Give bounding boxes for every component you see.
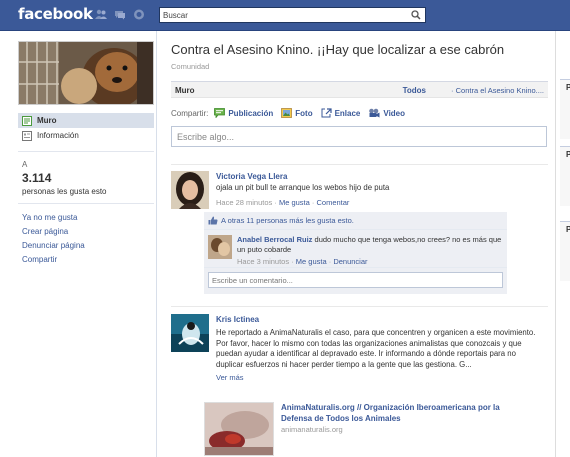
filter-all-link[interactable]: Todos (403, 86, 426, 95)
info-icon (22, 130, 32, 141)
post-author[interactable]: Kris Ictinea (216, 314, 536, 325)
post-time[interactable]: Hace 28 minutos (216, 198, 272, 207)
page-actions: Ya no me gusta Crear página Denunciar pá… (22, 211, 85, 267)
status-icon (214, 108, 226, 118)
comment-composer (204, 268, 507, 294)
right-box: P (560, 221, 570, 281)
attachment-thumbnail[interactable] (204, 402, 274, 456)
wall-icon (22, 115, 32, 126)
comment-text: Anabel Berrocal Ruiz dudo mucho que teng… (237, 235, 505, 255)
right-box: P (560, 79, 570, 139)
status-composer[interactable] (171, 126, 547, 147)
divider (18, 203, 154, 204)
create-page-link[interactable]: Crear página (22, 225, 85, 239)
comment-meta: Hace 3 minutos · Me gusta · Denunciar (237, 257, 368, 266)
share-link-button[interactable]: Enlace (321, 108, 360, 118)
share-video-button[interactable]: Video (368, 108, 405, 118)
main-column: Contra el Asesino Knino. ¡¡Hay que local… (157, 31, 555, 457)
post-text: ojala un pit bull te arranque los webos … (216, 183, 390, 192)
post-body: Kris Ictinea He reportado a AnimaNatural… (216, 314, 536, 382)
divider (171, 164, 548, 165)
right-column: P P P (555, 31, 570, 457)
right-box: P (560, 146, 570, 206)
wall-label: Muro (175, 86, 195, 95)
link-attachment: AnimaNaturalis.org // Organización Ibero… (204, 402, 524, 456)
share-label: Compartir: (171, 108, 209, 118)
status-input[interactable] (172, 127, 546, 146)
top-bar: facebook (0, 0, 570, 31)
nav-item-informacion[interactable]: Información (18, 128, 154, 143)
page-title: Contra el Asesino Knino. ¡¡Hay que local… (171, 42, 505, 57)
nav-item-muro[interactable]: Muro (18, 113, 154, 128)
video-icon (369, 108, 380, 118)
likes-prefix: A (22, 160, 28, 169)
feedback-box: A otras 11 personas más les gusta esto. … (204, 212, 507, 294)
thumbs-up-icon (208, 216, 218, 225)
likes-summary-text[interactable]: A otras 11 personas más les gusta esto. (221, 216, 354, 225)
comment-link[interactable]: Comentar (316, 198, 349, 207)
link-icon (321, 108, 332, 118)
comment-author[interactable]: Anabel Berrocal Ruiz (237, 235, 312, 244)
share-link[interactable]: Compartir (22, 253, 85, 267)
likes-count[interactable]: 3.114 (22, 171, 51, 185)
comment-input[interactable] (208, 272, 503, 288)
left-column: Muro Información A 3.114 personas les gu… (0, 31, 157, 457)
divider (171, 306, 548, 307)
comment-time[interactable]: Hace 3 minutos (237, 257, 289, 266)
avatar[interactable] (171, 314, 209, 352)
comment-avatar[interactable] (208, 235, 232, 259)
page-profile-picture[interactable] (18, 41, 154, 105)
attachment-title[interactable]: AnimaNaturalis.org // Organización Ibero… (281, 403, 524, 424)
likes-summary: A otras 11 personas más les gusta esto. (204, 212, 507, 230)
comment-report-link[interactable]: Denunciar (333, 257, 367, 266)
page-category[interactable]: Comunidad (171, 62, 209, 71)
facebook-logo[interactable]: facebook (18, 5, 93, 23)
avatar[interactable] (171, 171, 209, 209)
comment-like-link[interactable]: Me gusta (296, 257, 327, 266)
likes-description: personas les gusta esto (22, 187, 107, 196)
like-link[interactable]: Me gusta (279, 198, 310, 207)
report-page-link[interactable]: Denunciar página (22, 239, 85, 253)
nav-item-label: Muro (37, 116, 57, 125)
nav-item-label: Información (37, 131, 79, 140)
post-body: Victoria Vega Llera ojala un pit bull te… (216, 171, 536, 207)
wall-header: Muro Todos · Contra el Asesino Knino.... (171, 81, 548, 98)
photo-icon (281, 108, 293, 118)
comment: Anabel Berrocal Ruiz dudo mucho que teng… (204, 230, 507, 268)
search-icon[interactable] (411, 10, 421, 20)
divider (18, 151, 154, 152)
filter-page-link[interactable]: · Contra el Asesino Knino.... (451, 86, 544, 95)
attachment-domain: animanaturalis.org (281, 425, 343, 434)
unlike-link[interactable]: Ya no me gusta (22, 211, 85, 225)
post-text: He reportado a AnimaNaturalis el caso, p… (216, 328, 536, 369)
share-bar: Compartir: Publicación Foto Enlace Video (171, 108, 413, 118)
share-status-button[interactable]: Publicación (214, 108, 273, 118)
friend-requests-icon[interactable] (95, 9, 107, 20)
messages-icon[interactable] (114, 9, 126, 20)
post-meta: Hace 28 minutos · Me gusta · Comentar (216, 197, 350, 207)
see-more-link[interactable]: Ver más (216, 373, 536, 382)
search-box[interactable] (159, 7, 426, 23)
notifications-icon[interactable] (133, 9, 145, 20)
post-author[interactable]: Victoria Vega Llera (216, 171, 536, 182)
search-input[interactable] (160, 8, 400, 22)
share-photo-button[interactable]: Foto (281, 108, 313, 118)
page-nav: Muro Información (18, 113, 154, 143)
